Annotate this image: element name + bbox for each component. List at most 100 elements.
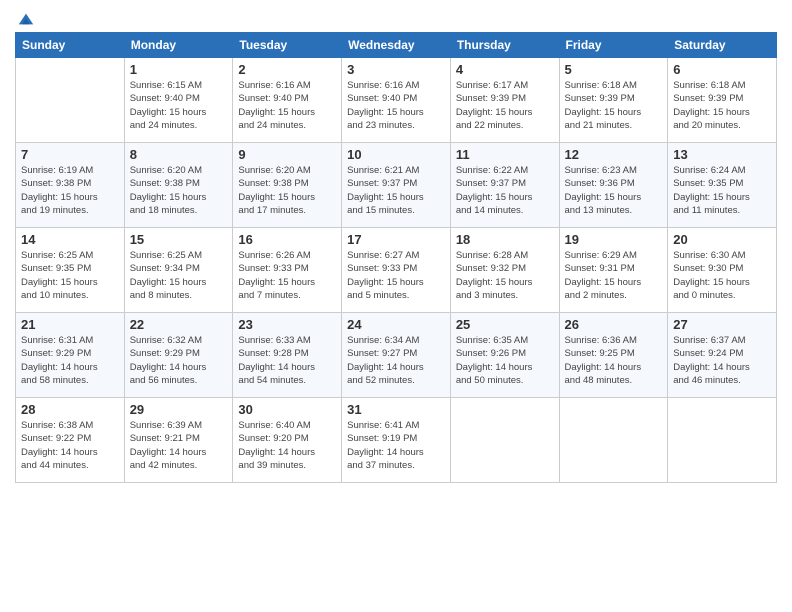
day-info: Sunrise: 6:18 AM Sunset: 9:39 PM Dayligh… bbox=[565, 79, 663, 132]
calendar-cell: 12 Sunrise: 6:23 AM Sunset: 9:36 PM Dayli… bbox=[559, 143, 668, 228]
calendar-cell: 26 Sunrise: 6:36 AM Sunset: 9:25 PM Dayli… bbox=[559, 313, 668, 398]
calendar-cell: 1 Sunrise: 6:15 AM Sunset: 9:40 PM Daylig… bbox=[124, 58, 233, 143]
calendar-cell: 10 Sunrise: 6:21 AM Sunset: 9:37 PM Dayli… bbox=[342, 143, 451, 228]
calendar-cell: 6 Sunrise: 6:18 AM Sunset: 9:39 PM Daylig… bbox=[668, 58, 777, 143]
day-number: 24 bbox=[347, 317, 445, 332]
day-info: Sunrise: 6:34 AM Sunset: 9:27 PM Dayligh… bbox=[347, 334, 445, 387]
day-number: 6 bbox=[673, 62, 771, 77]
day-info: Sunrise: 6:32 AM Sunset: 9:29 PM Dayligh… bbox=[130, 334, 228, 387]
calendar-cell bbox=[450, 398, 559, 483]
header-row: SundayMondayTuesdayWednesdayThursdayFrid… bbox=[16, 33, 777, 58]
day-number: 4 bbox=[456, 62, 554, 77]
calendar-cell: 22 Sunrise: 6:32 AM Sunset: 9:29 PM Dayli… bbox=[124, 313, 233, 398]
day-number: 10 bbox=[347, 147, 445, 162]
day-info: Sunrise: 6:23 AM Sunset: 9:36 PM Dayligh… bbox=[565, 164, 663, 217]
calendar-cell: 8 Sunrise: 6:20 AM Sunset: 9:38 PM Daylig… bbox=[124, 143, 233, 228]
calendar-cell: 29 Sunrise: 6:39 AM Sunset: 9:21 PM Dayli… bbox=[124, 398, 233, 483]
calendar-cell: 13 Sunrise: 6:24 AM Sunset: 9:35 PM Dayli… bbox=[668, 143, 777, 228]
day-number: 8 bbox=[130, 147, 228, 162]
day-number: 15 bbox=[130, 232, 228, 247]
day-number: 1 bbox=[130, 62, 228, 77]
day-info: Sunrise: 6:22 AM Sunset: 9:37 PM Dayligh… bbox=[456, 164, 554, 217]
day-info: Sunrise: 6:16 AM Sunset: 9:40 PM Dayligh… bbox=[347, 79, 445, 132]
calendar-cell: 16 Sunrise: 6:26 AM Sunset: 9:33 PM Dayli… bbox=[233, 228, 342, 313]
calendar-cell: 5 Sunrise: 6:18 AM Sunset: 9:39 PM Daylig… bbox=[559, 58, 668, 143]
calendar-week-5: 28 Sunrise: 6:38 AM Sunset: 9:22 PM Dayli… bbox=[16, 398, 777, 483]
day-info: Sunrise: 6:25 AM Sunset: 9:34 PM Dayligh… bbox=[130, 249, 228, 302]
day-info: Sunrise: 6:36 AM Sunset: 9:25 PM Dayligh… bbox=[565, 334, 663, 387]
day-number: 29 bbox=[130, 402, 228, 417]
day-info: Sunrise: 6:30 AM Sunset: 9:30 PM Dayligh… bbox=[673, 249, 771, 302]
day-number: 14 bbox=[21, 232, 119, 247]
day-number: 16 bbox=[238, 232, 336, 247]
day-number: 13 bbox=[673, 147, 771, 162]
logo bbox=[15, 10, 35, 24]
main-container: SundayMondayTuesdayWednesdayThursdayFrid… bbox=[0, 0, 792, 488]
calendar-week-3: 14 Sunrise: 6:25 AM Sunset: 9:35 PM Dayli… bbox=[16, 228, 777, 313]
day-number: 18 bbox=[456, 232, 554, 247]
day-number: 31 bbox=[347, 402, 445, 417]
logo-icon bbox=[17, 10, 35, 28]
calendar-cell: 20 Sunrise: 6:30 AM Sunset: 9:30 PM Dayli… bbox=[668, 228, 777, 313]
calendar-cell: 9 Sunrise: 6:20 AM Sunset: 9:38 PM Daylig… bbox=[233, 143, 342, 228]
calendar-cell: 27 Sunrise: 6:37 AM Sunset: 9:24 PM Dayli… bbox=[668, 313, 777, 398]
day-number: 27 bbox=[673, 317, 771, 332]
calendar-cell: 21Sunrise: 6:31 AM Sunset: 9:29 PM Dayli… bbox=[16, 313, 125, 398]
day-number: 23 bbox=[238, 317, 336, 332]
header-cell-monday: Monday bbox=[124, 33, 233, 58]
day-number: 22 bbox=[130, 317, 228, 332]
day-info: Sunrise: 6:25 AM Sunset: 9:35 PM Dayligh… bbox=[21, 249, 119, 302]
day-info: Sunrise: 6:37 AM Sunset: 9:24 PM Dayligh… bbox=[673, 334, 771, 387]
day-info: Sunrise: 6:20 AM Sunset: 9:38 PM Dayligh… bbox=[130, 164, 228, 217]
calendar-cell: 23 Sunrise: 6:33 AM Sunset: 9:28 PM Dayli… bbox=[233, 313, 342, 398]
day-info: Sunrise: 6:41 AM Sunset: 9:19 PM Dayligh… bbox=[347, 419, 445, 472]
calendar-cell bbox=[668, 398, 777, 483]
day-number: 7 bbox=[21, 147, 119, 162]
day-info: Sunrise: 6:17 AM Sunset: 9:39 PM Dayligh… bbox=[456, 79, 554, 132]
logo-text bbox=[15, 10, 35, 28]
day-number: 9 bbox=[238, 147, 336, 162]
calendar-cell bbox=[16, 58, 125, 143]
calendar-week-2: 7Sunrise: 6:19 AM Sunset: 9:38 PM Daylig… bbox=[16, 143, 777, 228]
day-number: 30 bbox=[238, 402, 336, 417]
calendar-cell bbox=[559, 398, 668, 483]
calendar-cell: 25Sunrise: 6:35 AM Sunset: 9:26 PM Dayli… bbox=[450, 313, 559, 398]
day-info: Sunrise: 6:26 AM Sunset: 9:33 PM Dayligh… bbox=[238, 249, 336, 302]
day-info: Sunrise: 6:38 AM Sunset: 9:22 PM Dayligh… bbox=[21, 419, 119, 472]
day-info: Sunrise: 6:21 AM Sunset: 9:37 PM Dayligh… bbox=[347, 164, 445, 217]
header-cell-tuesday: Tuesday bbox=[233, 33, 342, 58]
calendar-cell: 7Sunrise: 6:19 AM Sunset: 9:38 PM Daylig… bbox=[16, 143, 125, 228]
header-cell-friday: Friday bbox=[559, 33, 668, 58]
day-number: 20 bbox=[673, 232, 771, 247]
day-info: Sunrise: 6:16 AM Sunset: 9:40 PM Dayligh… bbox=[238, 79, 336, 132]
calendar-cell: 24 Sunrise: 6:34 AM Sunset: 9:27 PM Dayli… bbox=[342, 313, 451, 398]
day-number: 25 bbox=[456, 317, 554, 332]
day-number: 5 bbox=[565, 62, 663, 77]
day-info: Sunrise: 6:33 AM Sunset: 9:28 PM Dayligh… bbox=[238, 334, 336, 387]
day-info: Sunrise: 6:39 AM Sunset: 9:21 PM Dayligh… bbox=[130, 419, 228, 472]
header-cell-saturday: Saturday bbox=[668, 33, 777, 58]
calendar-cell: 28 Sunrise: 6:38 AM Sunset: 9:22 PM Dayli… bbox=[16, 398, 125, 483]
day-info: Sunrise: 6:15 AM Sunset: 9:40 PM Dayligh… bbox=[130, 79, 228, 132]
header-cell-sunday: Sunday bbox=[16, 33, 125, 58]
calendar-cell: 19Sunrise: 6:29 AM Sunset: 9:31 PM Dayli… bbox=[559, 228, 668, 313]
day-info: Sunrise: 6:18 AM Sunset: 9:39 PM Dayligh… bbox=[673, 79, 771, 132]
calendar-cell: 14 Sunrise: 6:25 AM Sunset: 9:35 PM Dayli… bbox=[16, 228, 125, 313]
calendar-table: SundayMondayTuesdayWednesdayThursdayFrid… bbox=[15, 32, 777, 483]
day-number: 12 bbox=[565, 147, 663, 162]
day-info: Sunrise: 6:27 AM Sunset: 9:33 PM Dayligh… bbox=[347, 249, 445, 302]
header-cell-wednesday: Wednesday bbox=[342, 33, 451, 58]
calendar-cell: 31 Sunrise: 6:41 AM Sunset: 9:19 PM Dayli… bbox=[342, 398, 451, 483]
day-number: 11 bbox=[456, 147, 554, 162]
day-info: Sunrise: 6:24 AM Sunset: 9:35 PM Dayligh… bbox=[673, 164, 771, 217]
day-number: 28 bbox=[21, 402, 119, 417]
day-number: 26 bbox=[565, 317, 663, 332]
day-number: 3 bbox=[347, 62, 445, 77]
day-info: Sunrise: 6:20 AM Sunset: 9:38 PM Dayligh… bbox=[238, 164, 336, 217]
calendar-cell: 11 Sunrise: 6:22 AM Sunset: 9:37 PM Dayli… bbox=[450, 143, 559, 228]
day-number: 17 bbox=[347, 232, 445, 247]
day-info: Sunrise: 6:28 AM Sunset: 9:32 PM Dayligh… bbox=[456, 249, 554, 302]
calendar-cell: 4 Sunrise: 6:17 AM Sunset: 9:39 PM Daylig… bbox=[450, 58, 559, 143]
calendar-cell: 15 Sunrise: 6:25 AM Sunset: 9:34 PM Dayli… bbox=[124, 228, 233, 313]
calendar-cell: 30Sunrise: 6:40 AM Sunset: 9:20 PM Dayli… bbox=[233, 398, 342, 483]
